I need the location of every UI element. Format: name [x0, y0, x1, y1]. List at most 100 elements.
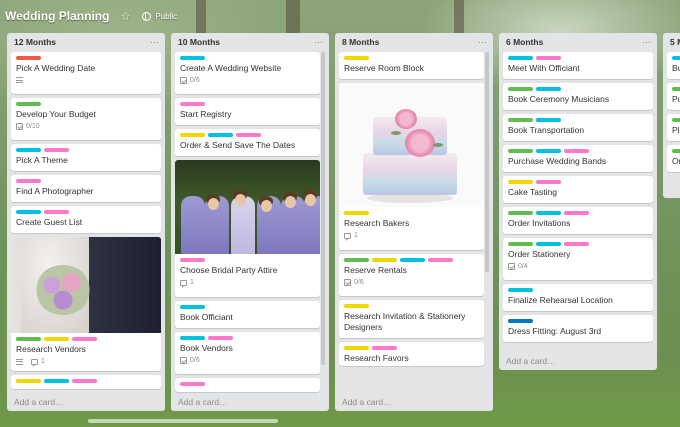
label-green — [16, 337, 41, 341]
list-title[interactable]: 8 Months — [342, 37, 379, 47]
checklist-badge: 0/6 — [344, 279, 364, 286]
card-title: Choose Bridal Party Attire — [180, 265, 278, 275]
card[interactable]: Pla — [667, 114, 680, 141]
list-menu-icon[interactable]: ··· — [150, 37, 159, 47]
label-yellow — [344, 56, 369, 60]
label-green — [16, 102, 41, 106]
list-title[interactable]: 6 Months — [506, 37, 543, 47]
card[interactable]: Pick A Theme — [11, 144, 161, 171]
checklist-icon — [180, 357, 187, 364]
list-title[interactable]: 10 Months — [178, 37, 220, 47]
card-title: Start Registry — [180, 109, 232, 119]
list-scrollbar[interactable] — [321, 52, 325, 365]
label-pink — [180, 258, 205, 262]
card[interactable]: Order & Send Save The Dates — [175, 129, 320, 156]
card[interactable]: Create A Wedding Website 0/6 — [175, 52, 320, 94]
card[interactable]: Order Invitations — [503, 207, 653, 234]
checklist-badge: 0/6 — [180, 77, 200, 84]
add-card-link[interactable]: Add a card… — [506, 356, 556, 366]
list-title[interactable]: 5 M — [670, 37, 680, 47]
list-title[interactable]: 12 Months — [14, 37, 56, 47]
label-pink — [564, 149, 589, 153]
card-title: Meet With Officiant — [508, 63, 580, 73]
robe-shape — [181, 196, 205, 254]
card-title: Order Invitations — [508, 218, 571, 228]
card-labels — [672, 149, 680, 153]
card[interactable]: Develop Your Budget 0/10 — [11, 98, 161, 140]
label-blue — [44, 379, 69, 383]
card[interactable]: Start Registry — [175, 98, 320, 125]
label-blue — [672, 56, 680, 60]
visibility-button[interactable]: Public — [155, 12, 177, 21]
card[interactable]: Pu — [667, 83, 680, 110]
list-menu-icon[interactable]: ··· — [478, 37, 487, 47]
bouquet-shape — [35, 265, 91, 315]
label-pink — [180, 102, 205, 106]
card-title: Book Transportation — [508, 125, 585, 135]
card[interactable]: Bu — [667, 52, 680, 79]
label-red — [16, 56, 41, 60]
card-list: Bu Pu Pla Or — [667, 52, 680, 176]
card[interactable]: Order Stationery 0/4 — [503, 238, 653, 280]
card[interactable]: Choose Bridal Party Attire 1 — [175, 160, 320, 297]
card-title: Dress Fitting: August 3rd — [508, 326, 602, 336]
list-menu-icon[interactable]: ··· — [314, 37, 323, 47]
card[interactable]: Cake Tasting — [503, 176, 653, 203]
checklist-count: 0/10 — [26, 123, 40, 130]
list-menu-icon[interactable]: ··· — [642, 37, 651, 47]
card-badges: 0/6 — [180, 77, 314, 84]
peony-shape — [395, 109, 417, 129]
card-list: Pick A Wedding Date Develop Your Budget … — [11, 52, 161, 393]
card-list: Reserve Room Block Research Bakers 1 Res… — [339, 52, 484, 370]
card-title: Book Ceremony Musicians — [508, 94, 610, 104]
card[interactable]: Or — [667, 145, 680, 172]
star-icon[interactable]: ☆ — [120, 10, 130, 23]
card[interactable]: Meet With Officiant — [503, 52, 653, 79]
face-shape — [261, 200, 272, 212]
card[interactable]: Dress Fitting: August 3rd — [503, 315, 653, 342]
add-card-link[interactable]: Add a card… — [14, 397, 64, 407]
board-horizontal-scrollbar[interactable] — [88, 419, 278, 423]
card[interactable]: Finalize Rehearsal Location — [503, 284, 653, 311]
label-blue — [180, 336, 205, 340]
card[interactable]: Book Transportation — [503, 114, 653, 141]
label-yellow — [180, 133, 205, 137]
card-title: Pick A Wedding Date — [16, 63, 96, 73]
label-yellow — [344, 346, 369, 350]
add-card-link[interactable]: Add a card… — [342, 397, 392, 407]
cake-tier-shape — [363, 153, 457, 195]
face-shape — [305, 194, 316, 206]
card-title: Develop Your Budget — [16, 109, 96, 119]
card[interactable]: Book Ceremony Musicians — [503, 83, 653, 110]
card[interactable]: Research Bakers 1 — [339, 83, 484, 250]
card[interactable] — [11, 375, 161, 389]
card[interactable]: Pick A Wedding Date — [11, 52, 161, 94]
face-shape — [285, 196, 296, 208]
card[interactable]: Find A Photographer — [11, 175, 161, 202]
card[interactable]: Create Guest List — [11, 206, 161, 233]
card-title: Pla — [672, 125, 680, 135]
label-blue — [180, 56, 205, 60]
card[interactable]: Book Officiant — [175, 301, 320, 328]
card-title: Create Guest List — [16, 217, 83, 227]
card-badges: 0/10 — [16, 123, 155, 130]
card-labels — [180, 258, 314, 262]
card[interactable]: Research Vendors 1 — [11, 237, 161, 371]
card[interactable]: Reserve Room Block — [339, 52, 484, 79]
card[interactable]: Research Favors — [339, 342, 484, 366]
list-scrollbar[interactable] — [485, 52, 489, 272]
card-title: Reserve Rentals — [344, 265, 407, 275]
board-title[interactable]: Wedding Planning — [5, 9, 109, 23]
card[interactable]: Reserve Rentals 0/6 — [339, 254, 484, 296]
label-pink — [208, 336, 233, 340]
label-pink — [564, 211, 589, 215]
comments-badge: 1 — [180, 279, 194, 288]
checklist-icon — [344, 279, 351, 286]
card[interactable]: Purchase Wedding Bands — [503, 145, 653, 172]
add-card-link[interactable]: Add a card… — [178, 397, 228, 407]
card[interactable]: Research Invitation & Stationery Designe… — [339, 300, 484, 338]
card-title: Research Invitation & Stationery Designe… — [344, 311, 466, 332]
card-labels — [672, 56, 680, 60]
card[interactable] — [175, 378, 320, 392]
card[interactable]: Book Vendors 0/6 — [175, 332, 320, 374]
